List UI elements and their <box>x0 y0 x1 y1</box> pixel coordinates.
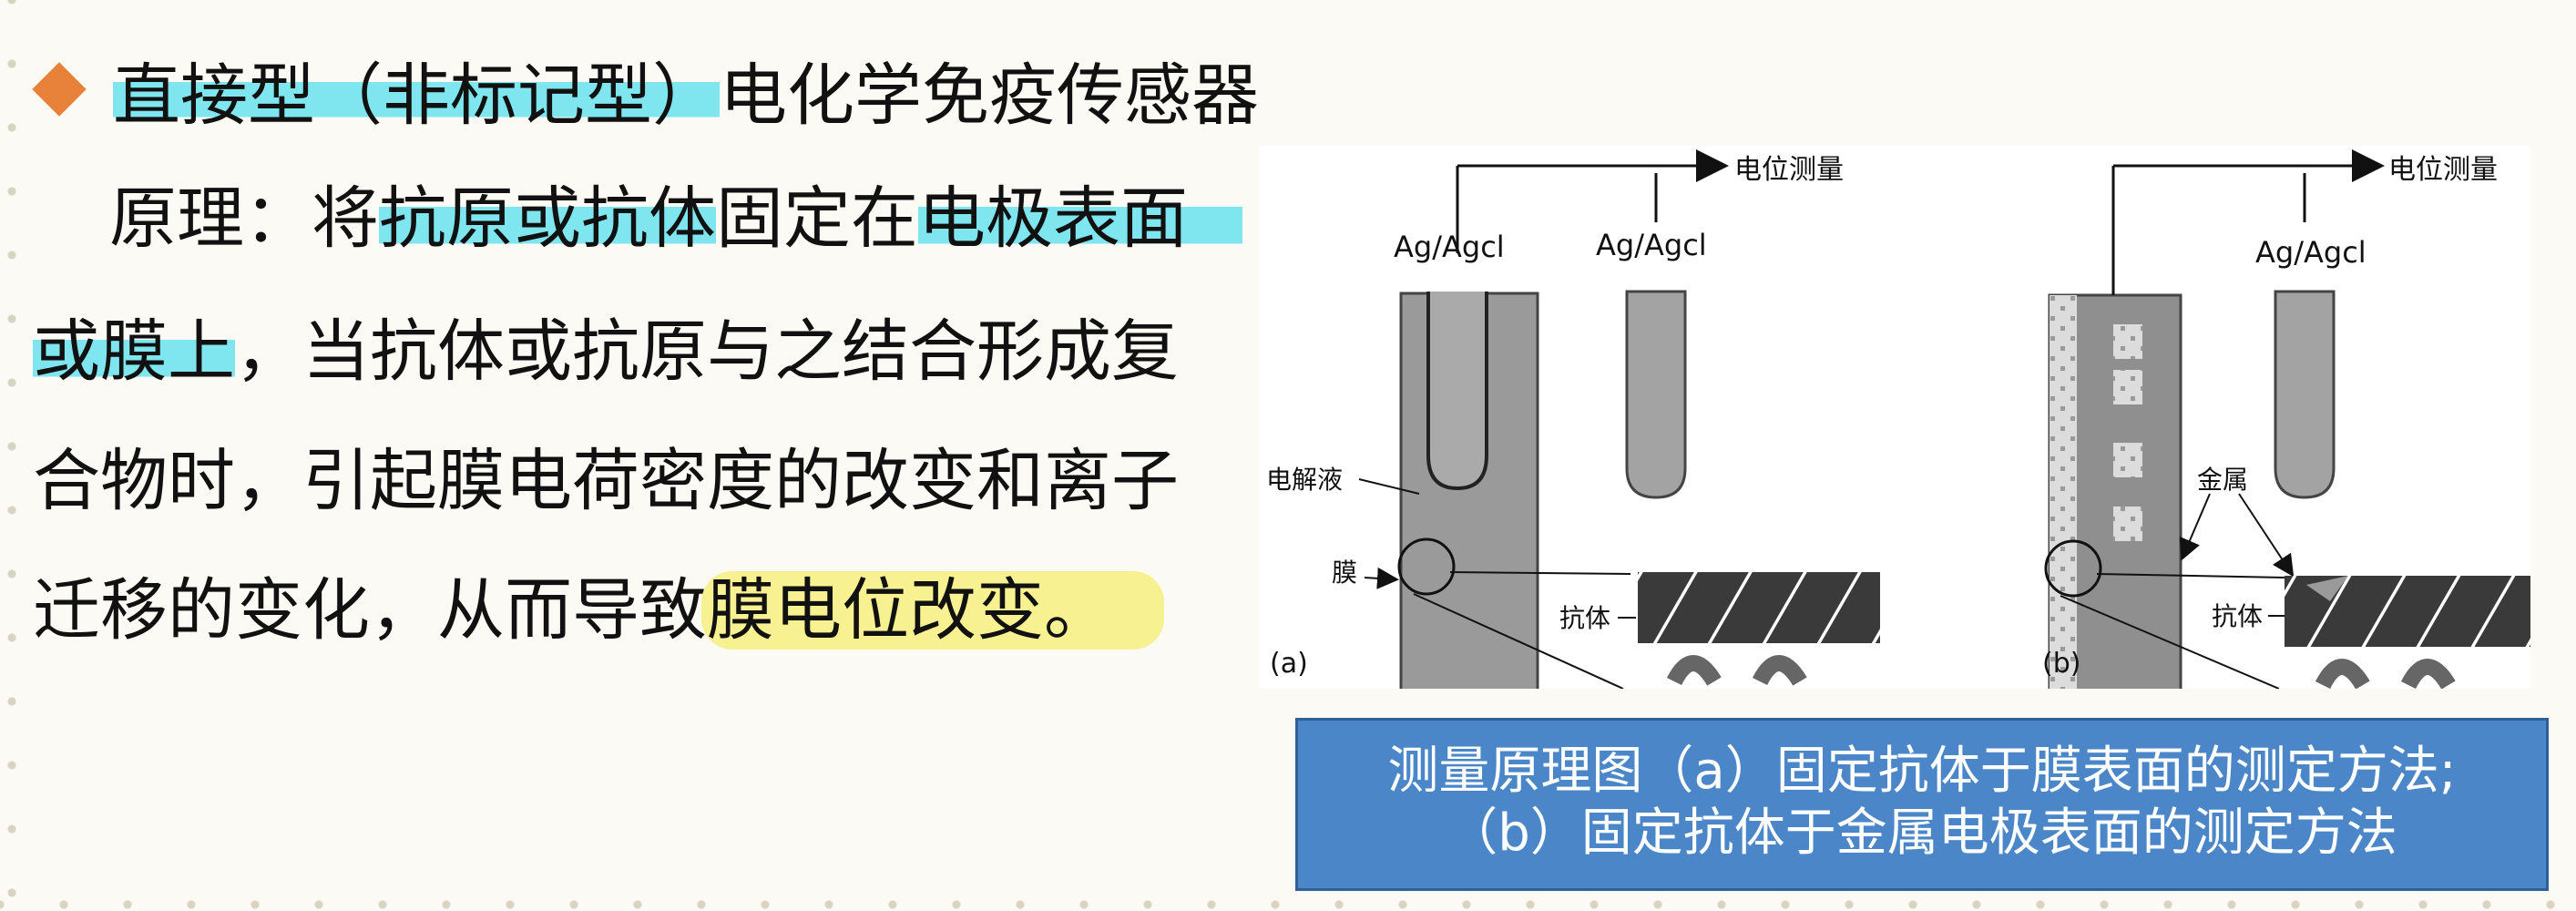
metal-pointer <box>2179 493 2211 561</box>
measure-label: 电位测量 <box>1734 154 1844 186</box>
outer-reference-electrode <box>1625 290 1687 499</box>
membrane-label: 膜 <box>1332 558 1357 588</box>
slide-title: 直接型（非标记型） 电化学免疫传感器 <box>32 40 1259 138</box>
text-segment: 原理：将 <box>109 179 379 258</box>
measure-label-b: 电位测量 <box>2388 154 2498 186</box>
antibody-label-b: 抗体 <box>2212 601 2263 631</box>
electrolyte-label: 电解液 <box>1266 465 1343 495</box>
metal-coating <box>2050 295 2077 689</box>
metal-pointer-2 <box>2238 493 2295 578</box>
body-line-4: 迁移的变化，从而导致膜电位改变。 <box>33 565 1164 656</box>
caption-line-2: （b）固定抗体于金属电极表面的测定方法 <box>1446 804 2397 863</box>
membrane-pointer <box>1364 567 1399 589</box>
decorative-dots-left <box>0 0 24 911</box>
body-line-3: 合物时，引起膜电荷密度的改变和离子 <box>33 442 1179 520</box>
antigen-shape-b <box>2315 659 2370 689</box>
caption-line-1: 测量原理图（a）固定抗体于膜表面的测定方法; <box>1387 742 2457 801</box>
body-line-1: 原理：将抗原或抗体固定在电极表面 <box>109 173 1242 264</box>
panel-b: 电位测量 Ag/Agcl 金属 抗体 (b) <box>2042 149 2530 689</box>
ref-label-right: Ag/Agcl <box>1596 228 1707 262</box>
coating-patch <box>2113 443 2142 477</box>
figure-caption: 测量原理图（a）固定抗体于膜表面的测定方法; （b）固定抗体于金属电极表面的测定… <box>1295 718 2549 891</box>
antigen-shape-b <box>2400 659 2456 689</box>
highlight-cyan-segment: 电极表面 <box>918 179 1242 258</box>
panel-a: 电位测量 Ag/Agcl Ag/Agcl 电解液 膜 抗体 (a) <box>1266 149 1880 689</box>
antibody-label: 抗体 <box>1559 603 1610 633</box>
title-highlighted-part: 直接型（非标记型） <box>113 40 720 138</box>
body-line-2: 或膜上，当抗体或抗原与之结合形成复 <box>33 306 1179 397</box>
text-segment: 固定在 <box>716 179 918 258</box>
text-segment: 迁移的变化，从而导致 <box>33 571 707 650</box>
title-rest: 电化学免疫传感器 <box>720 56 1259 135</box>
reference-electrode-b <box>2274 290 2336 499</box>
diamond-bullet-icon <box>32 62 87 117</box>
coating-patch <box>2113 324 2142 359</box>
highlight-yellow-segment: 膜电位改变。 <box>701 571 1164 650</box>
inner-reference-electrode <box>1426 292 1488 491</box>
coating-patch <box>2113 370 2142 404</box>
antigen-shape <box>1666 655 1722 686</box>
text-segment: ，当抗体或抗原与之结合形成复 <box>235 312 1179 391</box>
antigen-shape <box>1752 655 1807 686</box>
highlight-cyan-segment: 抗原或抗体 <box>379 179 716 258</box>
panel-label-b: (b) <box>2042 648 2080 680</box>
metal-label: 金属 <box>2197 465 2248 495</box>
antibody-layer <box>1638 572 1880 643</box>
coating-patch <box>2113 507 2142 541</box>
ref-label-left: Ag/Agcl <box>1394 230 1505 264</box>
ref-label-b: Ag/Agcl <box>2255 235 2366 270</box>
measurement-diagram: 电位测量 Ag/Agcl Ag/Agcl 电解液 膜 抗体 (a) 电位测量 A… <box>1259 146 2530 689</box>
panel-label-a: (a) <box>1270 648 1308 680</box>
highlight-cyan-segment: 或膜上 <box>33 312 235 391</box>
diagram-svg: 电位测量 Ag/Agcl Ag/Agcl 电解液 膜 抗体 (a) 电位测量 A… <box>1266 149 2530 689</box>
